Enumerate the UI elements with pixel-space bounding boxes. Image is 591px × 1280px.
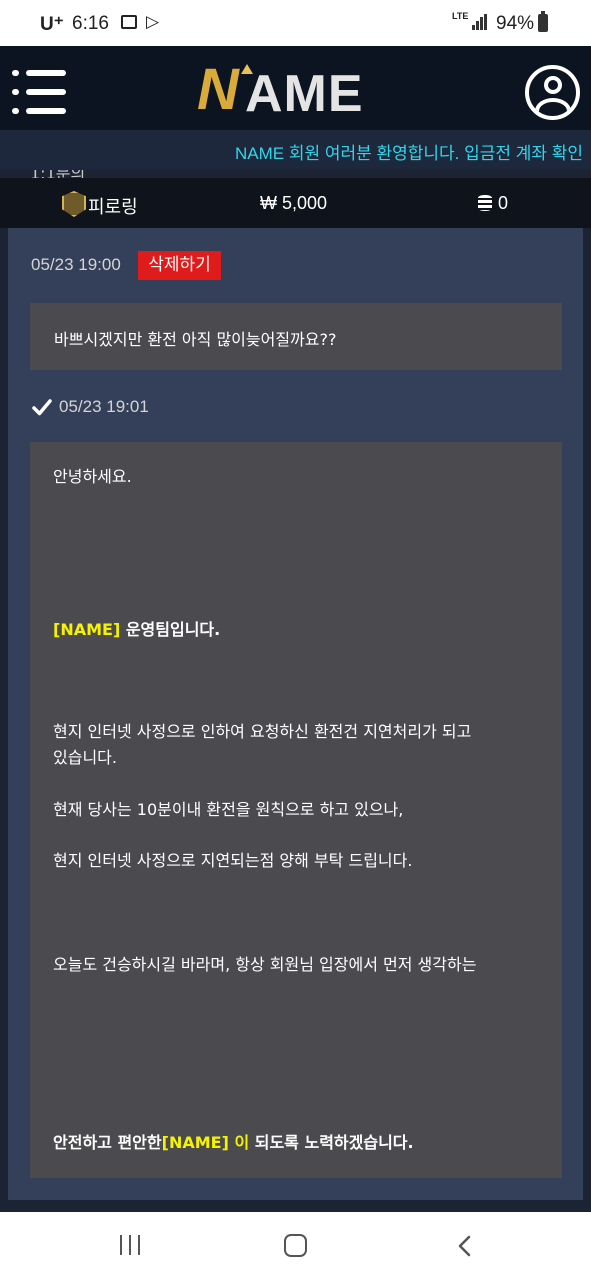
rank-badge-icon [62,191,86,217]
closing-prefix: 안전하고 편안한 [53,1133,162,1152]
battery-icon [538,11,548,32]
user-info-bar: 피로링 ₩ 5,000 0 [0,178,591,228]
gallery-notification-icon [121,15,137,29]
answer-line-1: 현지 인터넷 사정으로 인하여 요청하신 환전건 지연처리가 되고 [53,722,472,741]
play-store-notification-icon: ▷ [146,12,160,31]
coin-stack-icon [478,195,492,211]
system-nav-bar [0,1212,591,1280]
delete-button[interactable]: 삭제하기 [138,251,221,280]
app-header: N AME [0,46,591,130]
question-text: 바쁘시겠지만 환전 아직 많이늦어질까요?? [54,330,337,349]
answer-team-line: [NAME] 운영팀입니다. [53,617,220,643]
question-message: 바쁘시겠지만 환전 아직 많이늦어질까요?? [30,303,562,370]
hamburger-menu-icon[interactable] [12,70,68,114]
notice-ticker: NAME 회원 여러분 환영합니다. 입금전 계좌 확인 [0,130,591,170]
signal-icon [472,14,488,30]
carrier-label: U⁺ [40,14,64,35]
status-bar: U⁺ 6:16 ▷ LTE 94% [0,0,591,46]
answer-closing: 안전하고 편안한[NAME] 이 되도록 노력하겠습니다. [53,1130,414,1156]
team-brand: [NAME] [53,620,121,639]
notice-ticker-text: NAME 회원 여러분 환영합니다. 입금전 계좌 확인 [235,144,584,163]
back-icon[interactable] [454,1234,478,1258]
answer-line-4: 오늘도 건승하시길 바라며, 항상 회원님 입장에서 먼저 생각하는 [53,955,477,974]
answer-line-1b: 있습니다. [53,748,117,767]
check-icon [32,399,52,416]
answer-greeting: 안녕하세요. [53,467,132,486]
points-value: 0 [498,193,509,213]
status-time: 6:16 [72,13,109,34]
site-logo[interactable]: N AME [197,57,397,124]
money-balance[interactable]: ₩ 5,000 [260,193,327,214]
answer-timestamp: 05/23 19:01 [59,397,149,416]
logo-text: AME [245,65,364,123]
network-type: LTE [452,11,469,21]
battery-percent: 94% [496,13,535,34]
home-icon[interactable] [284,1234,307,1257]
points-balance[interactable]: 0 [478,193,508,214]
answer-line-3: 현지 인터넷 사정으로 지연되는점 양해 부탁 드립니다. [53,851,413,870]
answer-line-2: 현재 당사는 10분이내 환전을 원칙으로 하고 있으나, [53,800,404,819]
closing-suffix: 되도록 노력하겠습니다. [249,1133,414,1152]
closing-brand: [NAME] 이 [161,1133,250,1152]
page-title-partial: 1:1문의 [30,170,570,178]
logo-letter-n: N [197,57,239,122]
recent-apps-icon[interactable] [120,1235,142,1255]
team-suffix: 운영팀입니다. [120,620,221,639]
user-account-icon[interactable] [525,65,580,120]
rank-name: 피로링 [88,197,138,217]
question-timestamp: 05/23 19:00 [31,255,121,274]
answer-message: 안녕하세요. [NAME] 운영팀입니다. 현지 인터넷 사정으로 인하여 요청… [30,442,562,1178]
